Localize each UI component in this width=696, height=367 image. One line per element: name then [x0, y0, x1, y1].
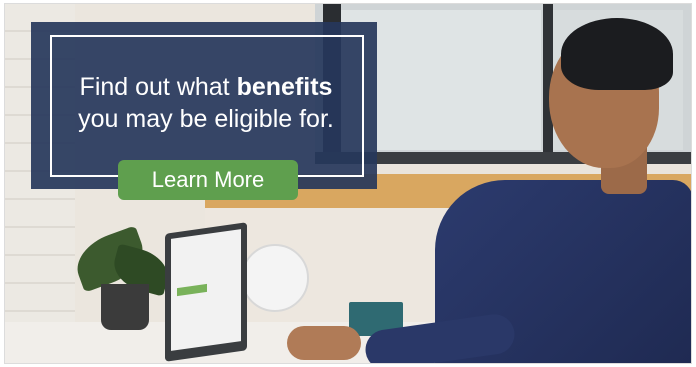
person-hair [561, 18, 673, 90]
laptop-display-accent [177, 283, 207, 297]
promo-headline: Find out what benefits you may be eligib… [61, 71, 351, 135]
person-hand [287, 326, 361, 360]
learn-more-label: Learn More [151, 167, 265, 192]
headline-text-line2: you may be eligible for. [78, 105, 334, 133]
headline-text: Find out what [79, 73, 237, 101]
headline-emphasis: benefits [236, 73, 333, 101]
plant-pot [101, 284, 149, 330]
learn-more-button[interactable]: Learn More [118, 160, 298, 200]
desk-fan [241, 244, 309, 312]
banner-frame: Find out what benefits you may be eligib… [4, 3, 692, 364]
laptop [165, 222, 247, 362]
laptop-display [171, 229, 241, 351]
